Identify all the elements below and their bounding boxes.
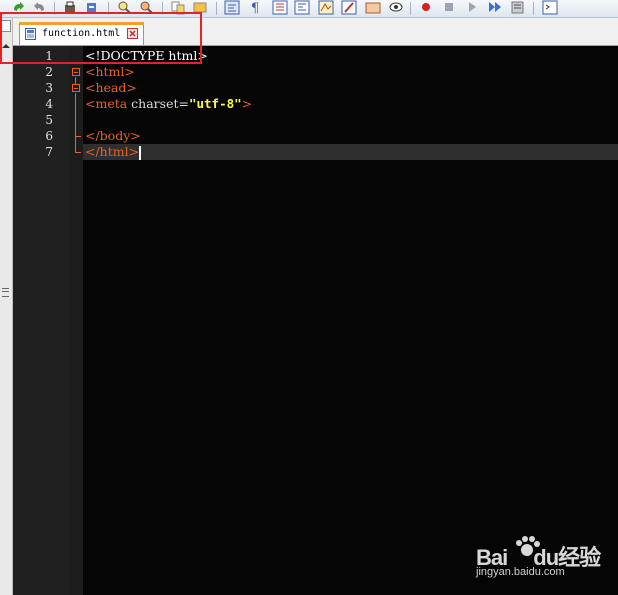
- line-number: 1: [45, 49, 53, 63]
- svg-text:¶: ¶: [251, 1, 259, 15]
- fold-end-marker: [75, 136, 81, 137]
- doc-map-icon[interactable]: [294, 0, 310, 15]
- code-line[interactable]: </body>: [83, 128, 618, 144]
- line-number: 7: [45, 145, 53, 159]
- save-macro-icon[interactable]: [464, 0, 480, 15]
- code-editor[interactable]: 1 2 3 4 5 6 7 <!DOCTYPE html> <html> <he…: [13, 46, 618, 595]
- replace-icon[interactable]: [84, 0, 100, 15]
- code-line-text: <!DOCTYPE html>: [85, 48, 208, 63]
- undo-icon[interactable]: [32, 0, 48, 15]
- play-macro-icon[interactable]: [418, 0, 434, 15]
- side-panel-strip: [0, 18, 13, 595]
- code-line[interactable]: <!DOCTYPE html>: [83, 48, 618, 64]
- code-line-text: </html>: [85, 144, 142, 160]
- fold-collapse-icon[interactable]: [72, 84, 80, 92]
- run-icon[interactable]: [542, 0, 558, 15]
- run-multiple-icon[interactable]: [441, 0, 457, 15]
- scroll-up-arrow-icon[interactable]: [2, 44, 10, 48]
- panel-toggle-icon[interactable]: [0, 20, 11, 32]
- line-number: 4: [45, 97, 53, 111]
- toolbar: ¶: [0, 0, 618, 18]
- splitter-grip-icon[interactable]: [2, 288, 9, 297]
- tab-bar: function.html: [13, 18, 618, 46]
- line-number: 3: [45, 81, 53, 95]
- code-line[interactable]: [83, 112, 618, 128]
- fold-guide-line: [75, 77, 76, 84]
- indent-guide-icon[interactable]: ¶: [248, 0, 264, 15]
- file-icon: [25, 28, 36, 40]
- code-line[interactable]: <html>: [83, 64, 618, 80]
- fold-end-marker: [75, 152, 81, 153]
- fold-collapse-icon[interactable]: [72, 68, 80, 76]
- show-all-chars-icon[interactable]: [224, 0, 240, 15]
- folder-workspace-icon[interactable]: [318, 0, 334, 15]
- print-icon[interactable]: [62, 0, 78, 15]
- watermark: Bai du经验 jingyan.baidu.com: [470, 530, 610, 590]
- record-macro-icon[interactable]: [365, 0, 381, 15]
- code-line[interactable]: <head>: [83, 80, 618, 96]
- close-tab-icon[interactable]: [127, 28, 138, 39]
- macro-list-icon[interactable]: [510, 0, 526, 15]
- code-line-text: <head>: [85, 80, 137, 95]
- code-area[interactable]: <!DOCTYPE html> <html> <head> <meta char…: [83, 46, 618, 595]
- tab-function-html[interactable]: function.html: [19, 22, 144, 45]
- code-line-current[interactable]: </html>: [83, 144, 618, 160]
- line-number: 2: [45, 65, 53, 79]
- line-number: 5: [45, 113, 53, 127]
- word-wrap-icon[interactable]: [192, 0, 208, 15]
- function-list-icon[interactable]: [272, 0, 288, 15]
- code-line-text: <html>: [85, 64, 135, 79]
- watermark-url: jingyan.baidu.com: [476, 566, 565, 578]
- zoom-in-icon[interactable]: [116, 0, 132, 15]
- fold-guide-line: [75, 93, 76, 153]
- code-line-text: </body>: [85, 128, 141, 143]
- tab-label: function.html: [42, 28, 121, 39]
- zoom-out-icon[interactable]: [138, 0, 154, 15]
- code-line-text: <meta charset="utf-8">: [85, 96, 253, 111]
- line-number: 6: [45, 129, 53, 143]
- stop-record-icon[interactable]: [388, 0, 404, 15]
- text-caret: [139, 145, 142, 160]
- redo-icon[interactable]: [10, 0, 26, 15]
- fast-forward-icon[interactable]: [487, 0, 503, 15]
- sync-scroll-icon[interactable]: [170, 0, 186, 15]
- line-number-gutter: 1 2 3 4 5 6 7: [13, 46, 69, 595]
- code-line[interactable]: <meta charset="utf-8">: [83, 96, 618, 112]
- monitor-icon[interactable]: [341, 0, 357, 15]
- fold-margin: [69, 46, 83, 595]
